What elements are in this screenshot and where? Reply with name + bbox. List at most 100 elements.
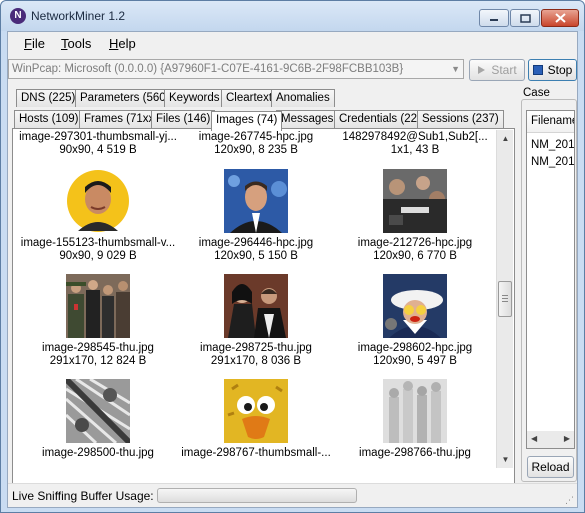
- case-file-row[interactable]: NM_201: [531, 139, 574, 151]
- image-filename: image-155123-thumbsmall-v...: [20, 237, 176, 249]
- image-info: 120x90, 5 497 B: [373, 355, 457, 367]
- tab-credentials[interactable]: Credentials (22): [334, 110, 426, 128]
- image-item[interactable]: image-212726-hpc.jpg 120x90, 6 770 B: [335, 169, 495, 263]
- interface-select[interactable]: WinPcap: Microsoft (0.0.0.0) {A97960F1-C…: [8, 59, 464, 79]
- networkminer-app-icon: N: [10, 8, 26, 24]
- menu-bar: File Tools Help: [8, 32, 577, 56]
- close-button[interactable]: [541, 9, 579, 27]
- resize-grip-icon[interactable]: ⋰: [565, 495, 575, 505]
- couple-event-thumbnail: [224, 274, 288, 338]
- scrollbar-thumb[interactable]: [498, 281, 512, 317]
- start-button-label: Start: [491, 63, 517, 77]
- image-info: 291x170, 8 036 B: [210, 355, 302, 367]
- filename-column-header[interactable]: Filename: [527, 111, 574, 133]
- image-filename: image-267745-hpc.jpg: [198, 131, 314, 143]
- case-file-row[interactable]: NM_201: [531, 156, 574, 168]
- interface-select-value: WinPcap: Microsoft (0.0.0.0) {A97960F1-C…: [12, 63, 404, 75]
- case-file-list[interactable]: Filename NM_201 NM_201 ◀ ▶: [526, 110, 575, 449]
- case-horizontal-scrollbar[interactable]: ◀ ▶: [527, 431, 574, 448]
- menu-help-accel: H: [109, 36, 119, 51]
- scroll-up-arrow-icon[interactable]: ▲: [497, 130, 514, 147]
- image-item[interactable]: image-298545-thu.jpg 291x170, 12 824 B: [18, 274, 178, 368]
- image-item[interactable]: image-267745-hpc.jpg 120x90, 8 235 B: [176, 131, 336, 157]
- image-item[interactable]: image-298766-thu.jpg: [335, 379, 495, 460]
- scroll-left-arrow-icon[interactable]: ◀: [531, 434, 537, 443]
- grip-line: [502, 298, 508, 299]
- case-panel: Case Filename NM_201 NM_201 ◀ ▶: [521, 87, 577, 482]
- image-info: 1x1, 43 B: [390, 144, 440, 156]
- close-icon: [554, 13, 566, 23]
- tab-strip: DNS (225) Parameters (560) Keywords Clea…: [8, 87, 518, 131]
- crowd-press-thumbnail: [383, 169, 447, 233]
- scroll-right-arrow-icon[interactable]: ▶: [564, 434, 570, 443]
- image-filename: image-298766-thu.jpg: [359, 447, 471, 459]
- title-bar: N NetworkMiner 1.2: [1, 1, 584, 31]
- image-gallery: image-297301-thumbsmall-yj... 90x90, 4 5…: [13, 129, 495, 467]
- man-suit-thumbnail: [224, 169, 288, 233]
- tab-parameters[interactable]: Parameters (560): [75, 89, 175, 107]
- image-item[interactable]: image-298725-thu.jpg 291x170, 8 036 B: [176, 274, 336, 368]
- image-item[interactable]: image-155123-thumbsmall-v... 90x90, 9 02…: [18, 169, 178, 263]
- image-info: 120x90, 6 770 B: [373, 250, 457, 262]
- image-item[interactable]: image-297301-thumbsmall-yj... 90x90, 4 5…: [18, 131, 178, 157]
- military-group-thumbnail: [66, 274, 130, 338]
- stop-button[interactable]: Stop: [528, 59, 577, 81]
- start-button[interactable]: Start: [469, 59, 525, 81]
- bw-crowd-thumbnail: [66, 379, 130, 443]
- image-filename: image-298725-thu.jpg: [200, 342, 312, 354]
- reload-button[interactable]: Reload: [527, 456, 574, 478]
- scroll-down-arrow-icon[interactable]: ▼: [497, 451, 514, 468]
- tab-messages[interactable]: Messages: [276, 110, 339, 128]
- buffer-usage-label: Live Sniffing Buffer Usage:: [12, 489, 154, 503]
- portrait-round-thumbnail: [67, 170, 129, 232]
- case-legend: Case: [522, 87, 551, 99]
- image-filename: image-298500-thu.jpg: [42, 447, 154, 459]
- image-item[interactable]: image-298602-hpc.jpg 120x90, 5 497 B: [335, 274, 495, 368]
- yellow-bird-thumbnail: [224, 379, 288, 443]
- window-title: NetworkMiner 1.2: [31, 9, 126, 23]
- chevron-down-icon[interactable]: ▼: [451, 60, 460, 78]
- reload-button-label: Reload: [531, 460, 570, 474]
- image-info: 90x90, 9 029 B: [59, 250, 137, 262]
- menu-tools[interactable]: Tools: [61, 36, 91, 51]
- play-icon: [478, 66, 486, 74]
- main-window: N NetworkMiner 1.2 File Tools Help WinPc…: [0, 0, 585, 513]
- menu-tools-rest: ools: [67, 36, 92, 51]
- minimize-icon: [490, 19, 498, 21]
- gray-statues-thumbnail: [383, 379, 447, 443]
- image-filename: image-298767-thumbsmall-...: [181, 447, 331, 459]
- menu-help-rest: elp: [118, 36, 136, 51]
- image-info: 120x90, 5 150 B: [214, 250, 298, 262]
- tab-dns[interactable]: DNS (225): [16, 89, 81, 107]
- stop-icon: [532, 65, 543, 75]
- client-area: File Tools Help WinPcap: Microsoft (0.0.…: [7, 31, 578, 508]
- image-filename: image-296446-hpc.jpg: [198, 237, 314, 249]
- image-item[interactable]: image-298500-thu.jpg: [18, 379, 178, 460]
- image-item[interactable]: 1482978492@Sub1,Sub2[... 1x1, 43 B: [335, 131, 495, 157]
- costume-sailor-thumbnail: [383, 274, 447, 338]
- image-item[interactable]: image-296446-hpc.jpg 120x90, 5 150 B: [176, 169, 336, 263]
- tab-keywords[interactable]: Keywords: [164, 89, 225, 107]
- menu-help[interactable]: Help: [109, 36, 136, 51]
- menu-file-accel: F: [24, 36, 32, 51]
- menu-file[interactable]: File: [24, 36, 45, 51]
- images-panel: image-297301-thumbsmall-yj... 90x90, 4 5…: [12, 128, 515, 488]
- menu-file-rest: ile: [31, 36, 45, 51]
- tab-sessions[interactable]: Sessions (237): [417, 110, 504, 128]
- image-info: 90x90, 4 519 B: [59, 144, 137, 156]
- tab-hosts[interactable]: Hosts (109): [14, 110, 84, 128]
- image-item[interactable]: image-298767-thumbsmall-...: [176, 379, 336, 460]
- tab-files[interactable]: Files (146): [151, 110, 216, 128]
- image-filename: image-298545-thu.jpg: [42, 342, 154, 354]
- gallery-vertical-scrollbar[interactable]: ▲ ▼: [496, 130, 513, 468]
- status-bar: Live Sniffing Buffer Usage: ⋰: [8, 483, 577, 507]
- maximize-icon: [519, 13, 531, 23]
- tab-anomalies[interactable]: Anomalies: [271, 89, 335, 107]
- buffer-usage-progress-bar: [157, 488, 357, 503]
- maximize-button[interactable]: [510, 9, 540, 27]
- image-filename: image-212726-hpc.jpg: [357, 237, 473, 249]
- tab-images[interactable]: Images (74): [211, 111, 283, 131]
- image-filename: 1482978492@Sub1,Sub2[...: [342, 131, 488, 143]
- minimize-button[interactable]: [479, 9, 509, 27]
- tab-cleartext[interactable]: Cleartext: [221, 89, 278, 107]
